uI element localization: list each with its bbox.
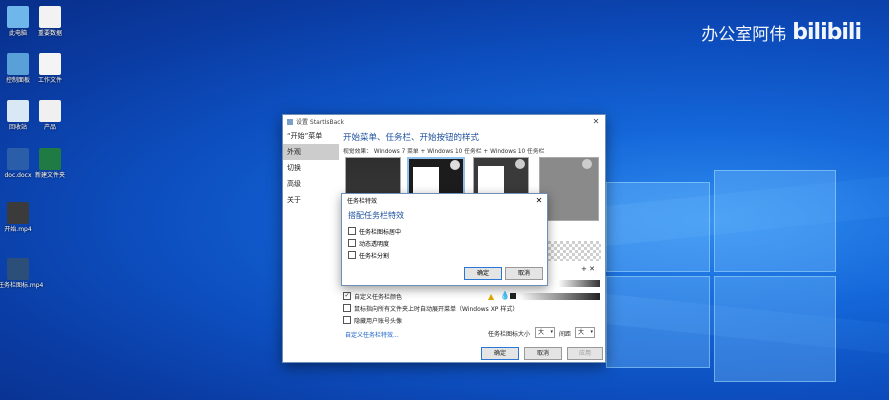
checkbox-icon <box>348 251 356 259</box>
dialog-title-bar: 任务栏特效 ✕ <box>342 194 547 207</box>
content-panel: 开始菜单、任务栏、开始按钮的样式 视觉效果： Windows 7 菜单 + Wi… <box>343 131 601 155</box>
spacing-label: 间距 <box>559 331 572 338</box>
desktop-icon-label: 工作文件 <box>37 77 62 84</box>
dialog-ok-button[interactable]: 确定 <box>464 267 502 280</box>
checkbox-icon <box>348 227 356 235</box>
checkbox-label: 隐藏用户账号头像 <box>354 317 403 325</box>
desktop-icon[interactable]: 新建文件夹 <box>30 148 70 180</box>
apply-button[interactable]: 应用 <box>567 347 603 360</box>
checkbox-icon <box>343 304 351 312</box>
checkbox-custom-taskbar-color[interactable]: ✓ 自定义任务栏颜色 <box>343 290 518 302</box>
checkbox-icon: ✓ <box>343 292 351 300</box>
watermark: 办公室阿伟 bilibili <box>701 20 862 45</box>
checkbox-taskbar-split[interactable]: 任务栏分割 <box>348 249 547 261</box>
desktop-icon-label: 新建文件夹 <box>34 172 65 179</box>
spacing-dropdown[interactable]: 大 ▾ <box>575 327 595 338</box>
bilibili-logo: bilibili <box>792 20 862 45</box>
user-avatar-icon <box>582 159 592 169</box>
checkbox-icon <box>348 239 356 247</box>
visual-options: Windows 7 菜单 + Windows 10 任务栏 + Windows … <box>373 149 545 155</box>
desktop-icon-label: 任务栏图标.mp4 <box>0 282 44 289</box>
icon-size-dropdown[interactable]: 大 ▾ <box>535 327 555 338</box>
computer-icon <box>7 6 29 28</box>
desktop-icon[interactable]: 工作文件 <box>30 53 70 85</box>
document-icon <box>39 6 61 28</box>
app-icon <box>287 118 293 125</box>
dialog-heading: 搭配任务栏特效 <box>348 211 404 220</box>
checkbox-hide-avatar[interactable]: 隐藏用户账号头像 <box>343 314 518 326</box>
sidebar-item-switch[interactable]: 切换 <box>283 160 339 176</box>
custom-effects-link[interactable]: 自定义任务栏特效... <box>345 330 399 339</box>
video-icon <box>7 258 29 280</box>
close-icon[interactable]: ✕ <box>531 196 547 205</box>
desktop-icon[interactable]: 任务栏图标.mp4 <box>0 258 44 290</box>
video-icon <box>7 202 29 224</box>
desktop-icon-label: 产品 <box>43 124 56 131</box>
taskbar-effects-dialog: 任务栏特效 ✕ 搭配任务栏特效 任务栏图标居中 动态透明度 任务栏分割 确定 取… <box>341 193 548 286</box>
visual-label: 视觉效果： <box>343 149 372 155</box>
chevron-down-icon: ▾ <box>550 329 553 335</box>
excel-icon <box>39 148 61 170</box>
user-avatar-icon <box>450 160 460 170</box>
checkbox-label: 鼠标指向所有文件夹上时自动展开菜单（Windows XP 样式） <box>354 305 519 313</box>
checkbox-icon <box>343 316 351 324</box>
desktop-icon[interactable]: 产品 <box>30 100 70 132</box>
checkbox-auto-expand-menu[interactable]: 鼠标指向所有文件夹上时自动展开菜单（Windows XP 样式） <box>343 302 518 314</box>
sidebar-item-start-menu[interactable]: “开始”菜单 <box>283 128 339 144</box>
window-title: 设置 StartIsBack <box>296 119 345 126</box>
sidebar-item-advanced[interactable]: 高级 <box>283 176 339 192</box>
checkbox-center-icons[interactable]: 任务栏图标居中 <box>348 225 547 237</box>
sidebar: “开始”菜单 外观 切换 高级 关于 <box>283 128 339 362</box>
title-bar: 设置 StartIsBack ✕ <box>283 115 605 128</box>
opacity-slider-1[interactable] <box>558 280 600 287</box>
transparency-preview <box>545 241 601 261</box>
desktop-icon-label: 重要数据 <box>37 30 62 37</box>
sidebar-item-appearance[interactable]: 外观 <box>283 144 339 160</box>
dialog-title: 任务栏特效 <box>347 198 378 205</box>
watermark-text: 办公室阿伟 <box>701 25 787 45</box>
word-icon <box>7 148 29 170</box>
sidebar-item-about[interactable]: 关于 <box>283 192 339 208</box>
cancel-button[interactable]: 取消 <box>524 347 562 360</box>
document-icon <box>39 53 61 75</box>
desktop-icon[interactable]: 开始.mp4 <box>0 202 38 234</box>
restore-icon[interactable]: + ✕ <box>581 265 595 273</box>
checkbox-label: 任务栏分割 <box>359 252 390 260</box>
chevron-down-icon: ▾ <box>590 329 593 335</box>
dropdown-value: 大 <box>538 329 545 336</box>
checkbox-label: 动态透明度 <box>359 240 390 248</box>
checkbox-dynamic-transparency[interactable]: 动态透明度 <box>348 237 547 249</box>
page-title: 开始菜单、任务栏、开始按钮的样式 <box>343 133 480 143</box>
close-icon[interactable]: ✕ <box>587 117 605 126</box>
checkbox-label: 任务栏图标居中 <box>359 228 402 236</box>
recycle-bin-icon <box>7 100 29 122</box>
audio-file-icon <box>39 100 61 122</box>
dialog-cancel-button[interactable]: 取消 <box>505 267 543 280</box>
checkbox-label: 自定义任务栏颜色 <box>354 293 403 301</box>
style-thumbnail-4[interactable] <box>539 157 599 221</box>
control-panel-icon <box>7 53 29 75</box>
desktop-icon[interactable]: 重要数据 <box>30 6 70 38</box>
color-slider[interactable] <box>520 293 600 300</box>
ok-button[interactable]: 确定 <box>481 347 519 360</box>
user-avatar-icon <box>515 159 525 169</box>
icon-size-label: 任务栏图标大小 <box>488 331 531 338</box>
desktop-icon-label: 开始.mp4 <box>4 226 32 233</box>
dropdown-value: 大 <box>578 329 585 336</box>
